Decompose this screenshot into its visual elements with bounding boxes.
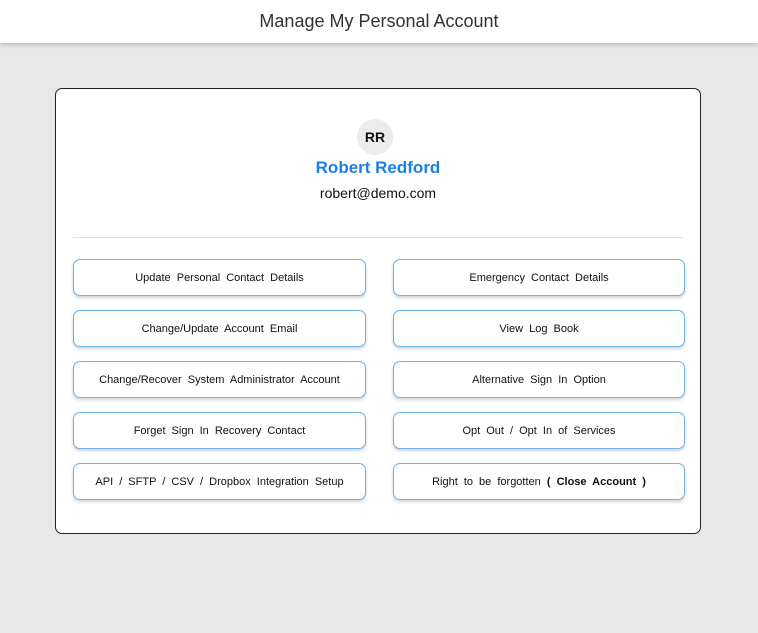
user-name: Robert Redford xyxy=(315,158,441,177)
change-account-email-button[interactable]: Change/Update Account Email xyxy=(73,310,366,347)
close-account-emphasis: ( Close Account ) xyxy=(546,475,646,488)
emergency-contact-details-button[interactable]: Emergency Contact Details xyxy=(393,259,685,296)
user-email: robert@demo.com xyxy=(319,185,437,201)
alternative-sign-in-option-button[interactable]: Alternative Sign In Option xyxy=(393,361,685,398)
forget-sign-in-recovery-contact-button[interactable]: Forget Sign In Recovery Contact xyxy=(73,412,366,449)
view-log-book-button[interactable]: View Log Book xyxy=(393,310,685,347)
page-title: Manage My Personal Account xyxy=(259,11,499,31)
avatar: RR xyxy=(357,119,393,155)
opt-out-opt-in-services-button[interactable]: Opt Out / Opt In of Services xyxy=(393,412,685,449)
integration-setup-button[interactable]: API / SFTP / CSV / Dropbox Integration S… xyxy=(73,463,366,500)
change-recover-admin-account-button[interactable]: Change/Recover System Administrator Acco… xyxy=(73,361,366,398)
top-bar: Manage My Personal Account xyxy=(0,0,758,43)
divider xyxy=(73,237,683,238)
account-card: RR Robert Redford robert@demo.com Update… xyxy=(55,88,701,534)
close-account-button[interactable]: Right to be forgotten ( Close Account ) xyxy=(393,463,685,500)
actions-grid: Update Personal Contact Details Emergenc… xyxy=(73,259,686,500)
update-personal-contact-details-button[interactable]: Update Personal Contact Details xyxy=(73,259,366,296)
close-account-label: Right to be forgotten xyxy=(432,475,541,488)
